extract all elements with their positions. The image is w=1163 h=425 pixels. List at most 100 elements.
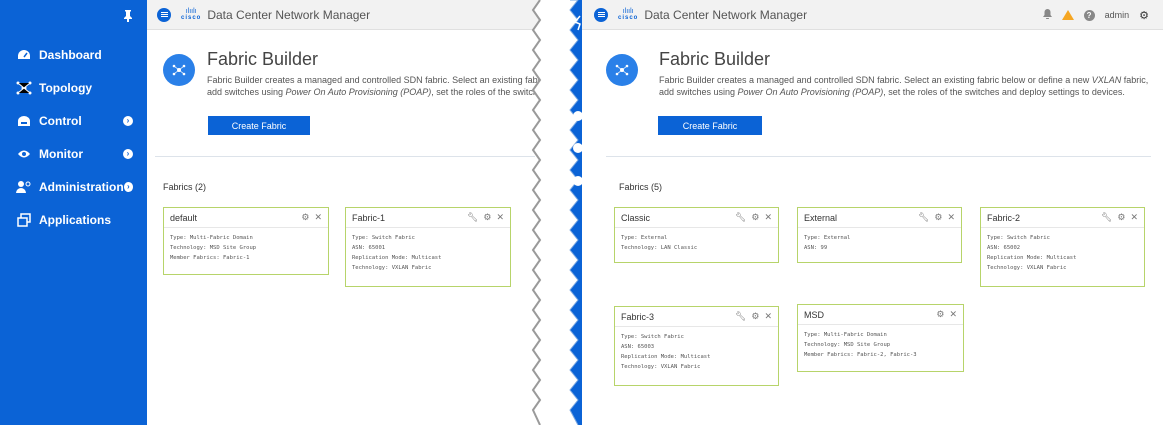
gear-icon[interactable]: ⚙ <box>934 212 942 223</box>
fabric-builder-icon <box>606 54 638 86</box>
gear-icon[interactable]: ⚙ <box>936 309 944 320</box>
card-detail: ASN: 99 <box>804 245 828 251</box>
card-actions: 🔧︎ ⚙ ✕ <box>1101 212 1138 223</box>
sidebar-item-monitor[interactable]: Monitor › <box>0 137 147 170</box>
close-icon[interactable]: ✕ <box>314 212 322 223</box>
card-body: Type: Multi-Fabric Domain Technology: MS… <box>164 228 328 268</box>
page-title: Fabric Builder <box>207 49 319 69</box>
fabrics-count-heading: Fabrics (2) <box>163 182 207 192</box>
wrench-icon[interactable]: 🔧︎ <box>918 212 929 223</box>
card-actions: 🔧︎ ⚙ ✕ <box>467 212 504 223</box>
card-body: Type: External Technology: LAN Classic <box>615 228 778 258</box>
create-fabric-button[interactable]: Create Fabric <box>208 116 310 135</box>
card-detail: ASN: 65001 <box>352 245 386 251</box>
fabric-card-msd[interactable]: MSD ⚙ ✕ Type: Multi-Fabric Domain Techno… <box>797 304 964 372</box>
sidebar-item-applications[interactable]: Applications <box>0 203 147 236</box>
sidebar-item-dashboard[interactable]: Dashboard <box>0 38 147 71</box>
screenshot-root: Dashboard Topology Control › Monitor › A… <box>0 0 1163 425</box>
create-fabric-button[interactable]: Create Fabric <box>658 116 762 135</box>
card-actions: 🔧︎ ⚙ ✕ <box>918 212 955 223</box>
card-detail: Type: Switch Fabric <box>987 235 1050 241</box>
card-body: Type: Multi-Fabric Domain Technology: MS… <box>798 325 963 365</box>
administration-icon <box>16 179 32 195</box>
card-detail: Replication Mode: Multicast <box>621 354 711 360</box>
control-icon <box>16 113 32 129</box>
card-header: Fabric-1 🔧︎ ⚙ ✕ <box>346 208 510 228</box>
cisco-logo: ılıılı cisco <box>181 7 202 21</box>
fabric-card-fabric-3[interactable]: Fabric-3 🔧︎ ⚙ ✕ Type: Switch Fabric ASN:… <box>614 306 779 386</box>
fabric-card-fabric-2[interactable]: Fabric-2 🔧︎ ⚙ ✕ Type: Switch Fabric ASN:… <box>980 207 1145 287</box>
pin-icon[interactable] <box>123 10 133 25</box>
close-icon[interactable]: ✕ <box>947 212 955 223</box>
close-icon[interactable]: ✕ <box>764 212 772 223</box>
card-detail: Technology: LAN Classic <box>621 245 698 251</box>
menu-icon[interactable] <box>594 7 608 22</box>
card-detail: Member Fabrics: Fabric-2, Fabric-3 <box>804 352 917 358</box>
card-detail: Type: Multi-Fabric Domain <box>170 235 253 241</box>
card-body: Type: External ASN: 99 <box>798 228 961 258</box>
card-detail: Type: Multi-Fabric Domain <box>804 332 887 338</box>
main-content: ılıılı cisco Data Center Network Manager … <box>147 0 540 425</box>
header-actions: ? admin ⚙ <box>1042 0 1149 30</box>
card-detail: Replication Mode: Multicast <box>352 255 442 261</box>
card-detail: Type: External <box>804 235 851 241</box>
fabric-name: default <box>170 212 198 223</box>
fabric-card-classic[interactable]: Classic 🔧︎ ⚙ ✕ Type: External Technology… <box>614 207 779 263</box>
close-icon[interactable]: ✕ <box>496 212 504 223</box>
sidebar-item-administration[interactable]: Administration › <box>0 170 147 203</box>
sidebar-item-label: Control <box>39 113 82 128</box>
card-detail: Technology: VXLAN Fabric <box>987 265 1067 271</box>
card-detail: Technology: MSD Site Group <box>170 245 257 251</box>
sidebar-item-topology[interactable]: Topology <box>0 71 147 104</box>
sidebar-item-control[interactable]: Control › <box>0 104 147 137</box>
sidebar-item-label: Administration <box>39 179 124 194</box>
card-header: External 🔧︎ ⚙ ✕ <box>798 208 961 228</box>
cisco-logo: ılıılı cisco <box>618 7 639 21</box>
fabric-card-fabric-1[interactable]: Fabric-1 🔧︎ ⚙ ✕ Type: Switch Fabric ASN:… <box>345 207 511 287</box>
card-detail: Member Fabrics: Fabric-1 <box>170 255 250 261</box>
gear-icon[interactable]: ⚙ <box>301 212 309 223</box>
help-icon[interactable]: ? <box>1083 9 1095 21</box>
sidebar-item-label: Monitor <box>39 146 83 161</box>
close-icon[interactable]: ✕ <box>1130 212 1138 223</box>
card-detail: Technology: MSD Site Group <box>804 342 891 348</box>
bell-icon[interactable] <box>1042 9 1052 21</box>
fabric-name: MSD <box>804 309 824 320</box>
card-actions: 🔧︎ ⚙ ✕ <box>735 311 772 322</box>
card-actions: 🔧︎ ⚙ ✕ <box>735 212 772 223</box>
wrench-icon[interactable]: 🔧︎ <box>735 212 746 223</box>
card-detail: Type: Switch Fabric <box>352 235 415 241</box>
dashboard-icon <box>16 47 32 63</box>
top-bar: ılıılı cisco Data Center Network Manager <box>147 0 540 30</box>
sidebar-item-label: Dashboard <box>39 47 102 62</box>
fabric-card-external[interactable]: External 🔧︎ ⚙ ✕ Type: External ASN: 99 <box>797 207 962 263</box>
sidebar-item-label: Applications <box>39 212 112 227</box>
settings-gear-icon[interactable]: ⚙ <box>1139 9 1149 22</box>
fabric-card-default[interactable]: default ⚙ ✕ Type: Multi-Fabric Domain Te… <box>163 207 329 275</box>
wrench-icon[interactable]: 🔧︎ <box>467 212 478 223</box>
chevron-right-icon[interactable]: › <box>123 181 133 192</box>
warning-icon[interactable] <box>1061 10 1074 20</box>
gear-icon[interactable]: ⚙ <box>751 212 759 223</box>
wrench-icon[interactable]: 🔧︎ <box>735 311 746 322</box>
close-icon[interactable]: ✕ <box>764 311 772 322</box>
gear-icon[interactable]: ⚙ <box>1117 212 1125 223</box>
applications-icon <box>16 212 32 228</box>
gear-icon[interactable]: ⚙ <box>751 311 759 322</box>
close-icon[interactable]: ✕ <box>949 309 957 320</box>
card-detail: Technology: VXLAN Fabric <box>621 364 701 370</box>
card-header: Classic 🔧︎ ⚙ ✕ <box>615 208 778 228</box>
topology-icon <box>16 80 32 96</box>
chevron-right-icon[interactable]: › <box>123 115 133 126</box>
gear-icon[interactable]: ⚙ <box>483 212 491 223</box>
fabric-name: Fabric-1 <box>352 212 386 223</box>
card-body: Type: Switch Fabric ASN: 65002 Replicati… <box>981 228 1144 278</box>
app-title: Data Center Network Manager <box>644 7 808 22</box>
wrench-icon[interactable]: 🔧︎ <box>1101 212 1112 223</box>
chevron-right-icon[interactable]: › <box>123 148 133 159</box>
card-header: Fabric-3 🔧︎ ⚙ ✕ <box>615 307 778 327</box>
card-detail: Type: Switch Fabric <box>621 334 684 340</box>
user-name[interactable]: admin <box>1105 10 1130 20</box>
menu-icon[interactable] <box>157 7 171 22</box>
description-line: Fabric Builder creates a managed and con… <box>659 75 1149 85</box>
